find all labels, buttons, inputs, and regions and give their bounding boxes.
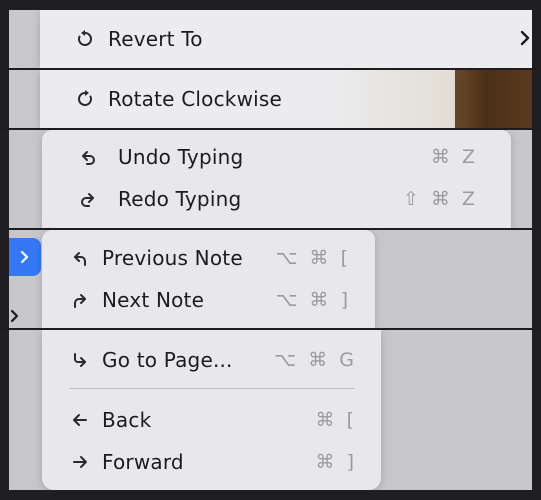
- arrow-turn-right-icon: [67, 287, 93, 313]
- undo-typing-item[interactable]: Undo Typing ⌘ Z: [42, 137, 511, 177]
- rotate-clockwise-icon: [72, 86, 98, 112]
- revert-icon: [72, 26, 98, 52]
- go-to-page-shortcut: ⌥ ⌘ G: [274, 349, 357, 371]
- next-note-item[interactable]: Next Note ⌥ ⌘ ]: [42, 280, 375, 320]
- back-label: Back: [102, 408, 152, 432]
- go-to-page-item[interactable]: Go to Page... ⌥ ⌘ G: [42, 340, 381, 380]
- arrow-turn-down-right-icon: [67, 347, 93, 373]
- screenshot-strip-3: Undo Typing ⌘ Z Redo Typing ⇧ ⌘ Z: [9, 130, 532, 228]
- back-item[interactable]: Back ⌘ [: [42, 400, 381, 440]
- forward-label: Forward: [102, 450, 184, 474]
- screenshot-strip-1: Revert To: [9, 10, 532, 68]
- next-note-shortcut: ⌥ ⌘ ]: [275, 289, 351, 311]
- redo-shortcut: ⇧ ⌘ Z: [402, 188, 478, 210]
- revert-to-label: Revert To: [108, 27, 203, 51]
- redo-typing-label: Redo Typing: [118, 187, 242, 211]
- chevron-right-icon: [518, 28, 532, 52]
- go-to-page-label: Go to Page...: [102, 348, 233, 372]
- note-navigation-menu: Previous Note ⌥ ⌘ [ Next Note ⌥ ⌘ ]: [42, 230, 375, 328]
- arrow-right-icon: [67, 449, 93, 475]
- sidebar-selected-chevron[interactable]: [9, 238, 41, 276]
- photo-thumbnail: [455, 70, 532, 128]
- previous-note-label: Previous Note: [102, 246, 243, 270]
- redo-typing-item[interactable]: Redo Typing ⇧ ⌘ Z: [42, 179, 511, 219]
- redo-icon: [75, 186, 101, 212]
- chevron-right-icon: [10, 309, 19, 323]
- screenshot-strip-5: Go to Page... ⌥ ⌘ G Back ⌘ [ Forward ⌘ ]: [9, 330, 532, 490]
- previous-note-item[interactable]: Previous Note ⌥ ⌘ [: [42, 238, 375, 278]
- go-menu: Go to Page... ⌥ ⌘ G Back ⌘ [ Forward ⌘ ]: [42, 330, 381, 490]
- next-note-label: Next Note: [102, 288, 205, 312]
- revert-menu: Revert To: [40, 10, 532, 68]
- rotate-menu: Rotate Clockwise: [40, 70, 455, 128]
- undo-icon: [75, 144, 101, 170]
- chevron-right-icon: [20, 250, 29, 264]
- menu-separator: [69, 388, 355, 389]
- forward-shortcut: ⌘ ]: [315, 451, 357, 473]
- edit-menu: Undo Typing ⌘ Z Redo Typing ⇧ ⌘ Z: [42, 130, 511, 228]
- undo-shortcut: ⌘ Z: [430, 146, 478, 168]
- screenshot-strip-2: Rotate Clockwise: [9, 70, 532, 128]
- forward-item[interactable]: Forward ⌘ ]: [42, 442, 381, 482]
- undo-typing-label: Undo Typing: [118, 145, 244, 169]
- rotate-clockwise-label: Rotate Clockwise: [108, 87, 283, 111]
- revert-to-item[interactable]: Revert To: [40, 19, 532, 59]
- arrow-left-icon: [67, 407, 93, 433]
- screenshot-strip-4: Previous Note ⌥ ⌘ [ Next Note ⌥ ⌘ ]: [9, 230, 532, 328]
- back-shortcut: ⌘ [: [315, 409, 357, 431]
- previous-note-shortcut: ⌥ ⌘ [: [275, 247, 351, 269]
- sidebar-chevron[interactable]: [9, 308, 21, 326]
- rotate-clockwise-item[interactable]: Rotate Clockwise: [40, 79, 455, 119]
- arrow-turn-left-icon: [67, 245, 93, 271]
